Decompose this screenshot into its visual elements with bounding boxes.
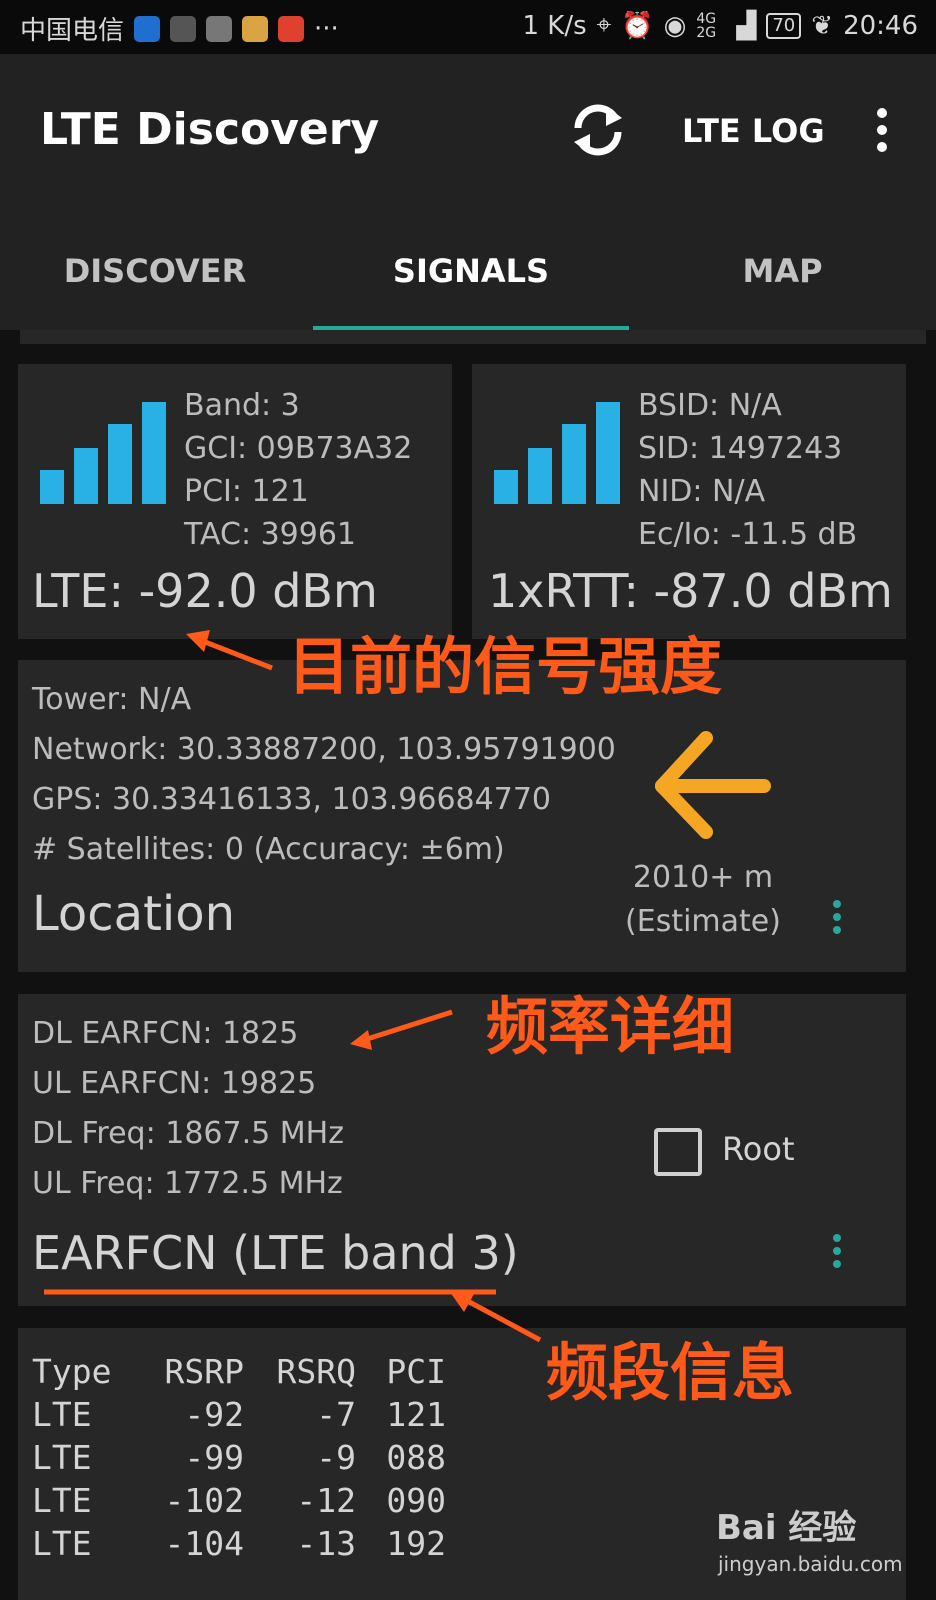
- root-label[interactable]: Root: [722, 1130, 795, 1168]
- shield-app-icon: [134, 15, 161, 42]
- cell-rsrq: -9: [316, 1438, 356, 1477]
- clock: 20:46: [843, 10, 918, 41]
- lte-tac: TAC: 39961: [184, 517, 357, 552]
- header-pci: PCI: [386, 1352, 446, 1391]
- cdma-signal-bars-icon: [494, 402, 624, 504]
- header-rsrp: RSRP: [164, 1352, 244, 1391]
- cell-rsrq: -13: [296, 1524, 356, 1563]
- ul-earfcn: UL EARFCN: 19825: [32, 1066, 317, 1101]
- cell-type: LTE: [32, 1481, 92, 1520]
- video-app-icon: [278, 15, 305, 42]
- annotation-band-info: 频段信息: [546, 1336, 795, 1409]
- refresh-button[interactable]: [566, 98, 630, 162]
- lte-strength: LTE: -92.0 dBm: [32, 564, 378, 618]
- tab-signals[interactable]: SIGNALS: [313, 236, 629, 330]
- annotation-frequency-detail: 频率详细: [486, 990, 735, 1063]
- cell-rsrp: -104: [164, 1524, 244, 1563]
- earfcn-menu-icon[interactable]: [833, 1234, 843, 1273]
- cdma-nid: NID: N/A: [638, 474, 766, 509]
- baidu-watermark-url: jingyan.baidu.com: [718, 1552, 903, 1576]
- annotation-signal-strength: 目前的信号强度: [288, 630, 723, 703]
- ul-freq: UL Freq: 1772.5 MHz: [32, 1166, 343, 1201]
- status-bar: 中国电信 ··· 1 K/s ⌖ ⏰ ◉ 4G 2G ▟ 70 ❦ 20:46: [0, 0, 936, 54]
- root-checkbox[interactable]: [654, 1128, 702, 1176]
- tab-bar: DISCOVER SIGNALS MAP: [0, 236, 936, 330]
- cell-pci: 121: [386, 1395, 446, 1434]
- wechat-icon: [170, 15, 197, 42]
- lte-gci: GCI: 09B73A32: [184, 431, 413, 466]
- cdma-strength: 1xRTT: -87.0 dBm: [488, 564, 893, 618]
- header-type: Type: [32, 1352, 112, 1391]
- location-satellites: # Satellites: 0 (Accuracy: ±6m): [32, 832, 505, 867]
- carrier-label: 中国电信: [20, 16, 125, 46]
- cdma-signal-card[interactable]: BSID: N/A SID: 1497243 NID: N/A Ec/Io: -…: [472, 364, 906, 639]
- refresh-icon: [574, 104, 622, 156]
- location-estimate: 2010+ m (Estimate): [608, 856, 798, 944]
- lte-signal-card[interactable]: Band: 3 GCI: 09B73A32 PCI: 121 TAC: 3996…: [18, 364, 452, 639]
- earfcn-card[interactable]: DL EARFCN: 1825 UL EARFCN: 19825 DL Freq…: [18, 994, 906, 1306]
- network-type: 4G 2G: [696, 10, 717, 41]
- header-rsrq: RSRQ: [276, 1352, 356, 1391]
- cell-rsrq: -12: [296, 1481, 356, 1520]
- cell-type: LTE: [32, 1395, 92, 1434]
- lte-band: Band: 3: [184, 388, 300, 423]
- neighbor-table: Type RSRP RSRQ PCI LTE -92 -7 121 LTE -9…: [32, 1350, 446, 1565]
- lte-pci: PCI: 121: [184, 474, 309, 509]
- cdma-ecio: Ec/Io: -11.5 dB: [638, 517, 858, 552]
- cell-rsrp: -92: [184, 1395, 244, 1434]
- cloud-icon: [206, 15, 233, 42]
- eye-icon: ◉: [663, 10, 687, 41]
- app-title: LTE Discovery: [40, 104, 380, 155]
- lte-log-button[interactable]: LTE LOG: [682, 112, 825, 150]
- table-header: Type RSRP RSRQ PCI: [32, 1350, 446, 1393]
- overflow-menu-icon[interactable]: [872, 108, 892, 156]
- network-speed: 1 K/s: [522, 10, 587, 41]
- cell-pci: 192: [386, 1524, 446, 1563]
- cell-pci: 088: [386, 1438, 446, 1477]
- dl-earfcn: DL EARFCN: 1825: [32, 1016, 299, 1051]
- leaf-icon: ❦: [811, 10, 834, 41]
- location-card[interactable]: Tower: N/A Network: 30.33887200, 103.957…: [18, 660, 906, 972]
- tab-map[interactable]: MAP: [629, 236, 936, 330]
- battery-indicator: 70: [766, 12, 802, 39]
- location-menu-icon[interactable]: [833, 900, 843, 939]
- table-row: LTE -99 -9 088: [32, 1436, 446, 1479]
- earfcn-title: EARFCN (LTE band 3): [32, 1226, 519, 1280]
- alarm-icon: ⏰: [621, 10, 654, 41]
- cell-rsrp: -102: [164, 1481, 244, 1520]
- tab-discover[interactable]: DISCOVER: [0, 236, 310, 330]
- lte-signal-bars-icon: [40, 402, 170, 504]
- dl-freq: DL Freq: 1867.5 MHz: [32, 1116, 344, 1151]
- cdma-sid: SID: 1497243: [638, 431, 843, 466]
- location-network: Network: 30.33887200, 103.95791900: [32, 732, 616, 767]
- location-icon: ⌖: [596, 10, 612, 40]
- cell-type: LTE: [32, 1438, 92, 1477]
- cdma-bsid: BSID: N/A: [638, 388, 782, 423]
- cell-rsrp: -99: [184, 1438, 244, 1477]
- location-tower: Tower: N/A: [32, 682, 192, 717]
- more-notifications-icon: ···: [314, 13, 339, 44]
- cell-type: LTE: [32, 1524, 92, 1563]
- table-row: LTE -102 -12 090: [32, 1479, 446, 1522]
- cell-pci: 090: [386, 1481, 446, 1520]
- location-title: Location: [32, 886, 236, 942]
- location-distance: 2010+ m: [632, 860, 774, 895]
- table-row: LTE -92 -7 121: [32, 1393, 446, 1436]
- table-row: LTE -104 -13 192: [32, 1522, 446, 1565]
- app-notification-icon: [242, 15, 269, 42]
- signal-icon: ▟: [736, 10, 757, 41]
- card-top-edge: [20, 330, 926, 344]
- baidu-watermark-logo: Bai 经验: [716, 1508, 857, 1548]
- location-estimate-label: (Estimate): [625, 904, 781, 939]
- cell-rsrq: -7: [316, 1395, 356, 1434]
- location-gps: GPS: 30.33416133, 103.96684770: [32, 782, 551, 817]
